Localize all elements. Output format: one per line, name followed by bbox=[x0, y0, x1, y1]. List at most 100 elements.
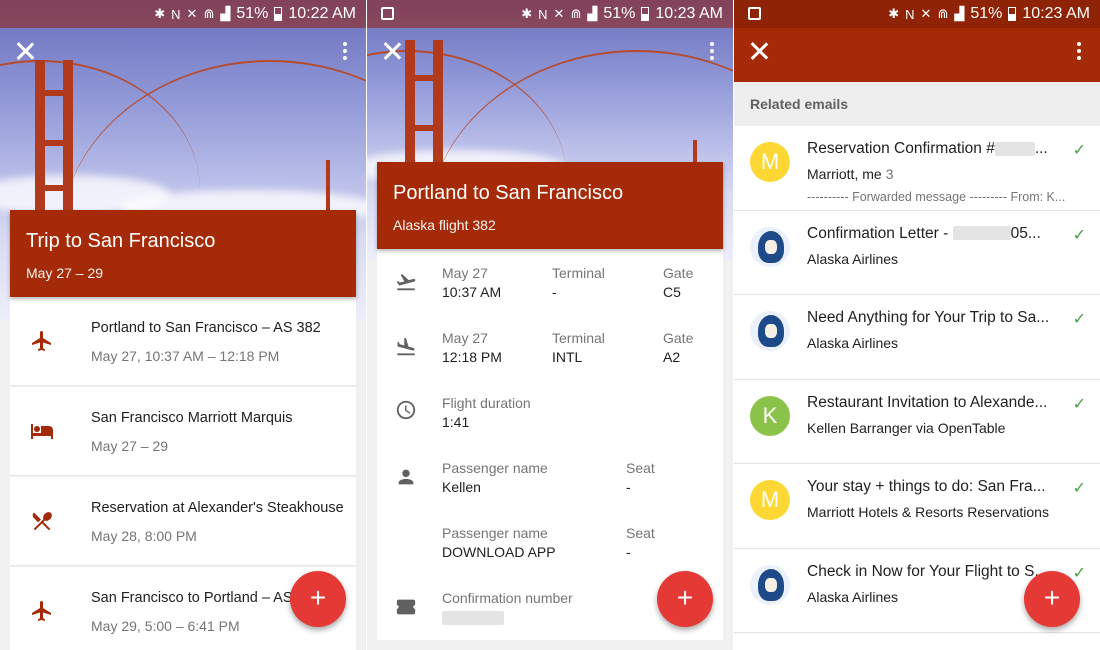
duration-label: Flight duration bbox=[442, 395, 531, 411]
arrival-date: May 27 bbox=[442, 330, 488, 346]
add-fab-button[interactable]: + bbox=[657, 571, 713, 627]
more-options-icon[interactable] bbox=[1076, 42, 1082, 62]
trip-dates: May 27 – 29 bbox=[26, 265, 104, 281]
wifi-icon: ⋒ bbox=[203, 6, 215, 21]
item-subtitle: May 29, 5:00 – 6:41 PM bbox=[91, 618, 240, 634]
seat-value: - bbox=[626, 479, 631, 495]
alaska-airlines-avatar bbox=[750, 311, 790, 351]
email-sender: Kellen Barranger via OpenTable bbox=[807, 419, 1006, 436]
related-emails-header: Related emails bbox=[734, 82, 1100, 126]
close-icon[interactable] bbox=[750, 42, 768, 60]
add-fab-button[interactable]: + bbox=[290, 571, 346, 627]
item-subtitle: May 28, 8:00 PM bbox=[91, 528, 197, 544]
mute-icon: ✕ bbox=[186, 6, 198, 21]
checkmark-icon: ✓ bbox=[1072, 564, 1086, 582]
passenger-label: Passenger name bbox=[442, 525, 548, 541]
item-subtitle: May 27, 10:37 AM – 12:18 PM bbox=[91, 348, 280, 364]
email-sender: Marriott, me 3 bbox=[807, 166, 894, 182]
notification-image-icon bbox=[381, 7, 394, 20]
departure-terminal: - bbox=[552, 284, 557, 300]
arrival-time: 12:18 PM bbox=[442, 349, 502, 365]
close-icon[interactable] bbox=[16, 42, 34, 60]
duration-value: 1:41 bbox=[442, 414, 470, 430]
signal-icon: ▟ bbox=[954, 6, 965, 21]
email-row[interactable]: M Reservation Confirmation #... Marriott… bbox=[734, 126, 1100, 211]
close-icon[interactable] bbox=[383, 42, 401, 60]
wifi-icon: ⋒ bbox=[937, 6, 949, 21]
trip-overview-screen: ✱ N ✕ ⋒ ▟ 51% 10:22 AM Trip to San Franc… bbox=[0, 0, 366, 650]
list-item[interactable]: Reservation at Alexander's Steakhouse Ma… bbox=[10, 477, 356, 566]
battery-percent: 51% bbox=[970, 5, 1003, 22]
email-subject: Reservation Confirmation #... bbox=[807, 140, 1048, 157]
more-options-icon[interactable] bbox=[342, 42, 348, 62]
nfc-icon: N bbox=[171, 6, 181, 22]
more-options-icon[interactable] bbox=[709, 42, 715, 62]
status-bar: ✱ N ✕ ⋒ ▟ 51% 10:23 AM bbox=[734, 0, 1100, 28]
hotel-bed-icon bbox=[31, 424, 53, 439]
confirmation-label: Confirmation number bbox=[442, 590, 573, 606]
checkmark-icon: ✓ bbox=[1072, 480, 1086, 497]
battery-icon bbox=[641, 7, 650, 21]
email-subject: Your stay + things to do: San Fra... bbox=[807, 478, 1046, 495]
item-title: San Francisco to Portland – AS bbox=[91, 590, 293, 606]
email-list: M Reservation Confirmation #... Marriott… bbox=[734, 126, 1100, 633]
duration-row: Flight duration 1:41 bbox=[377, 395, 723, 445]
alaska-airlines-avatar bbox=[750, 226, 790, 267]
item-subtitle: May 27 – 29 bbox=[91, 438, 169, 454]
passenger-name: Kellen bbox=[442, 479, 481, 495]
trip-title: Trip to San Francisco bbox=[26, 230, 216, 252]
battery-percent: 51% bbox=[236, 5, 269, 22]
email-subject: Need Anything for Your Trip to Sa... bbox=[807, 309, 1050, 326]
bluetooth-icon: ✱ bbox=[521, 6, 533, 21]
seat-label: Seat bbox=[626, 460, 655, 476]
seat-value: - bbox=[626, 544, 631, 560]
terminal-label: Terminal bbox=[552, 265, 605, 281]
restaurant-icon bbox=[32, 512, 52, 531]
bluetooth-icon: ✱ bbox=[154, 6, 166, 21]
email-sender: Alaska Airlines bbox=[807, 588, 899, 605]
mute-icon: ✕ bbox=[920, 6, 932, 21]
clock: 10:23 AM bbox=[655, 5, 723, 22]
email-sender: Alaska Airlines bbox=[807, 335, 899, 351]
email-subject: Confirmation Letter - 05... bbox=[807, 224, 1041, 242]
arrival-gate: A2 bbox=[663, 349, 681, 365]
checkmark-icon: ✓ bbox=[1072, 395, 1086, 413]
departure-row: May 27 10:37 AM Terminal - Gate C5 bbox=[377, 265, 723, 315]
add-fab-button[interactable]: + bbox=[1024, 571, 1080, 627]
ticket-icon bbox=[396, 599, 416, 615]
wifi-icon: ⋒ bbox=[570, 6, 582, 21]
related-emails-screen: ✱ N ✕ ⋒ ▟ 51% 10:23 AM Related emails M … bbox=[734, 0, 1100, 650]
flight-landing-icon bbox=[397, 337, 415, 356]
confirmation-redacted bbox=[442, 609, 573, 626]
avatar: M bbox=[750, 142, 790, 182]
thread-count: 3 bbox=[885, 166, 894, 182]
status-bar: ✱ N ✕ ⋒ ▟ 51% 10:23 AM bbox=[367, 0, 733, 28]
flight-subtitle: Alaska flight 382 bbox=[393, 217, 496, 233]
battery-icon bbox=[1008, 7, 1017, 21]
clock: 10:23 AM bbox=[1022, 5, 1090, 22]
email-row[interactable]: M Your stay + things to do: San Fra... M… bbox=[734, 464, 1100, 549]
arrival-terminal: INTL bbox=[552, 349, 583, 365]
email-row[interactable]: Need Anything for Your Trip to Sa... Ala… bbox=[734, 295, 1100, 380]
checkmark-icon: ✓ bbox=[1072, 311, 1086, 328]
flight-title: Portland to San Francisco bbox=[393, 182, 624, 204]
email-row[interactable]: K Restaurant Invitation to Alexande... K… bbox=[734, 379, 1100, 464]
flight-detail-screen: ✱ N ✕ ⋒ ▟ 51% 10:23 AM Portland to San F… bbox=[367, 0, 733, 650]
clock: 10:22 AM bbox=[288, 5, 356, 22]
email-subject: Check in Now for Your Flight to S... bbox=[807, 562, 1048, 580]
signal-icon: ▟ bbox=[587, 6, 598, 21]
person-icon bbox=[398, 469, 414, 485]
list-item[interactable]: Portland to San Francisco – AS 382 May 2… bbox=[10, 297, 356, 386]
gate-label: Gate bbox=[663, 330, 694, 346]
checkmark-icon: ✓ bbox=[1072, 226, 1086, 244]
battery-icon bbox=[274, 7, 283, 21]
bluetooth-icon: ✱ bbox=[888, 6, 900, 21]
email-snippet: ---------- Forwarded message --------- F… bbox=[807, 190, 1066, 204]
checkmark-icon: ✓ bbox=[1072, 142, 1086, 159]
signal-icon: ▟ bbox=[220, 6, 231, 21]
gate-label: Gate bbox=[663, 265, 694, 281]
email-row[interactable]: Confirmation Letter - 05... Alaska Airli… bbox=[734, 210, 1100, 295]
passenger-name: DOWNLOAD APP bbox=[442, 544, 556, 560]
clock-icon bbox=[396, 400, 416, 420]
list-item[interactable]: San Francisco Marriott Marquis May 27 – … bbox=[10, 387, 356, 476]
